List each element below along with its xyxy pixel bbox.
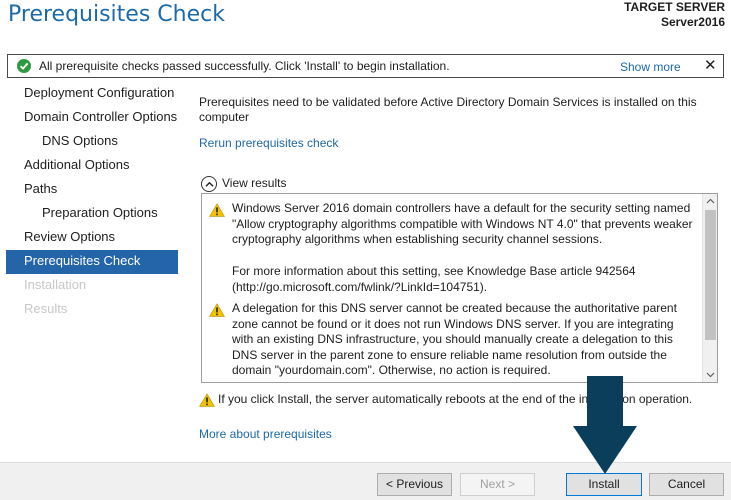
sidebar-item-deployment-configuration[interactable]: Deployment Configuration: [6, 82, 178, 106]
next-button: Next >: [460, 473, 535, 496]
results-list: Windows Server 2016 domain controllers h…: [202, 194, 702, 382]
main-content: Prerequisites need to be validated befor…: [199, 95, 724, 125]
page-title: Prerequisites Check: [8, 2, 225, 27]
results-panel: Windows Server 2016 domain controllers h…: [201, 193, 718, 383]
install-button[interactable]: Install: [566, 473, 642, 496]
arrow-down-icon: [573, 376, 637, 474]
sidebar-item-review-options[interactable]: Review Options: [6, 226, 178, 250]
sidebar-nav: Deployment Configuration Domain Controll…: [6, 82, 178, 322]
rerun-prerequisites-link[interactable]: Rerun prerequisites check: [199, 136, 338, 150]
banner-message: All prerequisite checks passed successfu…: [39, 59, 450, 73]
result-text: Windows Server 2016 domain controllers h…: [232, 201, 693, 246]
check-circle-icon: [17, 59, 31, 73]
warning-icon: [199, 393, 215, 407]
sidebar-item-additional-options[interactable]: Additional Options: [6, 154, 178, 178]
sidebar-item-domain-controller-options[interactable]: Domain Controller Options: [6, 106, 178, 130]
warning-icon: [209, 303, 225, 317]
scrollbar-thumb[interactable]: [705, 210, 716, 340]
more-about-prerequisites-link[interactable]: More about prerequisites: [199, 427, 332, 441]
target-server: TARGET SERVER Server2016: [624, 0, 725, 30]
sidebar-item-installation: Installation: [24, 277, 87, 292]
view-results-toggle[interactable]: View results: [201, 176, 286, 192]
sidebar-item-results: Results: [24, 301, 68, 316]
previous-button[interactable]: < Previous: [377, 473, 452, 496]
target-server-name: Server2016: [660, 15, 725, 29]
close-icon[interactable]: ✕: [704, 56, 717, 74]
show-more-link[interactable]: Show more: [620, 60, 681, 74]
sidebar-item-preparation-options[interactable]: Preparation Options: [6, 202, 178, 226]
sidebar-item-prerequisites-check[interactable]: Prerequisites Check: [6, 250, 178, 274]
results-scrollbar[interactable]: [702, 194, 717, 382]
result-text: A delegation for this DNS server cannot …: [232, 301, 677, 377]
intro-text: Prerequisites need to be validated befor…: [199, 95, 697, 124]
scroll-up-icon[interactable]: [703, 194, 718, 209]
chevron-up-icon[interactable]: [201, 176, 217, 192]
sidebar-item-paths[interactable]: Paths: [6, 178, 178, 202]
sidebar-item-dns-options[interactable]: DNS Options: [6, 130, 178, 154]
target-server-label: TARGET SERVER: [624, 0, 725, 14]
cancel-button[interactable]: Cancel: [649, 473, 724, 496]
status-banner: All prerequisite checks passed successfu…: [7, 54, 724, 78]
scroll-down-icon[interactable]: [703, 367, 718, 382]
warning-icon: [209, 203, 225, 217]
view-results-label: View results: [222, 176, 287, 191]
result-more-info: For more information about this setting,…: [232, 264, 636, 294]
